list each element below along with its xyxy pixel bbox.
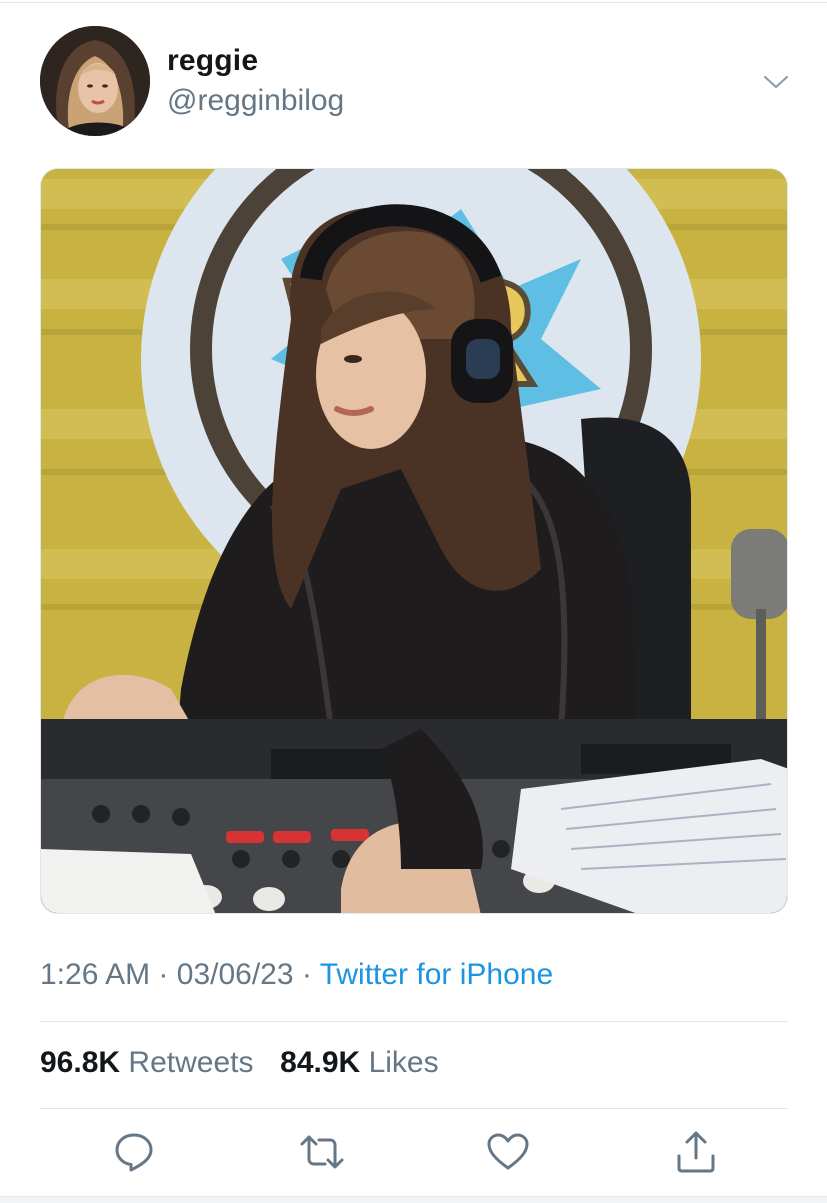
- tweet-date: 03/06/23: [176, 958, 294, 991]
- tweet-source-link[interactable]: Twitter for iPhone: [320, 958, 553, 991]
- divider: [40, 1021, 788, 1022]
- like-button[interactable]: [484, 1128, 532, 1176]
- username-handle[interactable]: @regginbilog: [167, 84, 344, 118]
- divider: [40, 1108, 788, 1109]
- engagement-stats: 96.8K Retweets 84.9K Likes: [40, 1046, 439, 1080]
- retweets-stat[interactable]: 96.8K Retweets: [40, 1046, 262, 1079]
- reply-button[interactable]: [110, 1128, 158, 1176]
- heart-icon: [487, 1133, 529, 1170]
- tweet-meta: 1:26 AM · 03/06/23 · Twitter for iPhone: [40, 958, 553, 992]
- retweet-button[interactable]: [298, 1128, 346, 1176]
- avatar[interactable]: [40, 26, 150, 136]
- share-icon: [677, 1131, 715, 1173]
- reply-icon: [115, 1133, 153, 1172]
- meta-separator: ·: [158, 958, 169, 991]
- retweets-label: Retweets: [128, 1046, 254, 1079]
- top-divider: [0, 2, 827, 3]
- retweets-count: 96.8K: [40, 1046, 121, 1079]
- retweet-icon: [300, 1135, 344, 1169]
- likes-stat[interactable]: 84.9K Likes: [280, 1046, 438, 1079]
- share-button[interactable]: [672, 1128, 720, 1176]
- meta-separator: ·: [301, 958, 312, 991]
- tweet-time: 1:26 AM: [40, 958, 151, 991]
- tweet-photo[interactable]: WR: [40, 168, 788, 914]
- chevron-down-icon[interactable]: [760, 66, 792, 98]
- likes-count: 84.9K: [280, 1046, 361, 1079]
- likes-label: Likes: [368, 1046, 439, 1079]
- display-name[interactable]: reggie: [167, 44, 258, 78]
- tweet-action-bar: [0, 1128, 827, 1180]
